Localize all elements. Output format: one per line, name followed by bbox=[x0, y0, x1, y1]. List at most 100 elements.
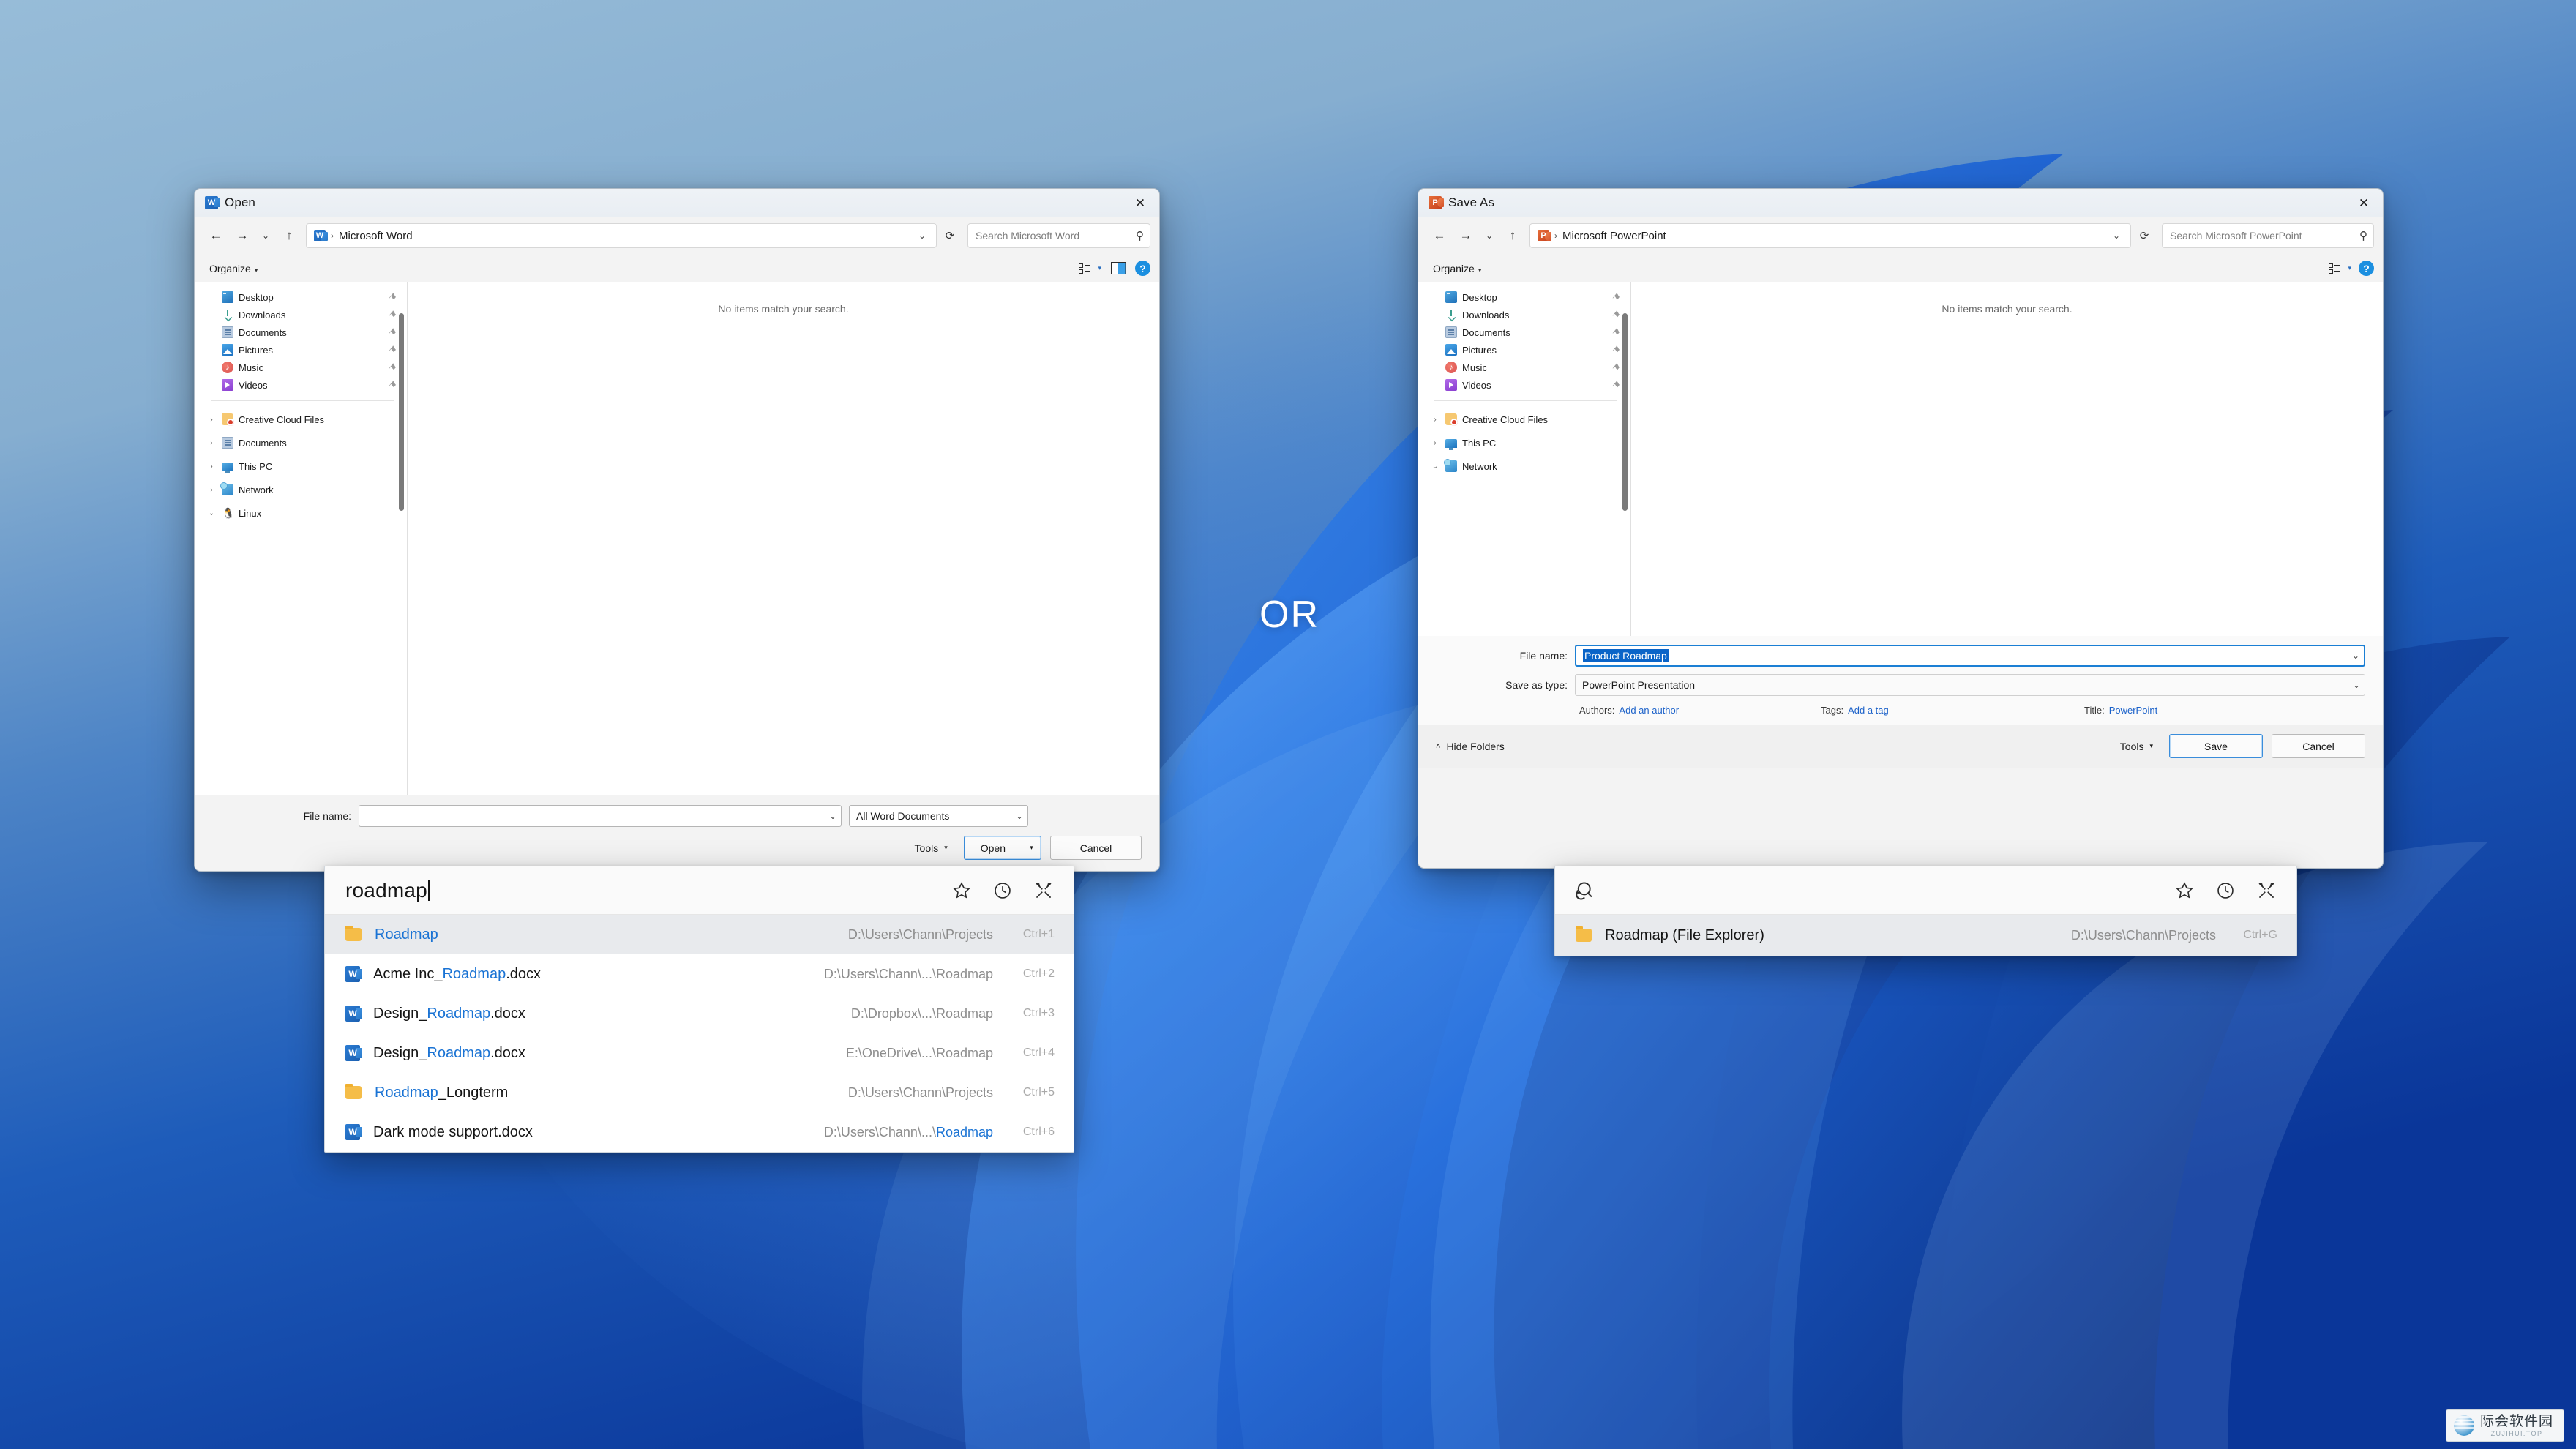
view-chevron-down-icon[interactable]: ▾ bbox=[1098, 264, 1101, 272]
tree-item-this-pc[interactable]: › This PC bbox=[1418, 431, 1630, 454]
add-a-tag-link[interactable]: Add a tag bbox=[1848, 705, 1889, 716]
open-split-chevron-down-icon[interactable]: ▾ bbox=[1022, 844, 1041, 852]
address-breadcrumb-bar[interactable]: › Microsoft PowerPoint ⌄ bbox=[1530, 223, 2131, 248]
save-button[interactable]: Save bbox=[2169, 734, 2263, 758]
back-icon[interactable]: ← bbox=[203, 223, 228, 248]
chevron-down-icon[interactable]: ⌄ bbox=[1430, 463, 1440, 471]
search-results-list[interactable]: Roadmap D:\Users\Chann\Projects Ctrl+1 A… bbox=[325, 915, 1074, 1152]
chevron-down-icon[interactable]: ⌄ bbox=[2347, 680, 2360, 690]
search-box[interactable]: ⚲ bbox=[2162, 223, 2374, 248]
cancel-button[interactable]: Cancel bbox=[2272, 734, 2365, 758]
title-field[interactable]: Title: PowerPoint bbox=[2084, 705, 2157, 716]
tree-item-documents[interactable]: Documents ⚑ bbox=[1418, 323, 1630, 341]
tree-item-network[interactable]: › Network bbox=[195, 478, 407, 501]
file-type-select[interactable]: All Word Documents ⌄ bbox=[849, 805, 1028, 827]
tools-icon[interactable] bbox=[1033, 880, 1055, 902]
pin-icon[interactable]: ⚑ bbox=[1610, 343, 1622, 356]
search-popup-input-row[interactable] bbox=[1555, 866, 2296, 915]
tree-item-network[interactable]: ⌄ Network bbox=[1418, 454, 1630, 478]
tree-item-this-pc[interactable]: › This PC bbox=[195, 454, 407, 478]
pin-icon[interactable]: ⚑ bbox=[386, 343, 399, 356]
back-icon[interactable]: ← bbox=[1427, 223, 1452, 248]
pin-icon[interactable]: ⚑ bbox=[1610, 308, 1622, 321]
tree-item-music[interactable]: Music ⚑ bbox=[1418, 359, 1630, 376]
search-result-row[interactable]: Design_Roadmap.docx E:\OneDrive\...\Road… bbox=[325, 1033, 1074, 1073]
favorites-star-icon[interactable] bbox=[2174, 880, 2195, 902]
tags-field[interactable]: Tags: Add a tag bbox=[1821, 705, 2084, 716]
open-file-dialog[interactable]: Open ✕ ← → ⌄ ↑ › Microsoft Word ⌄ ⟳ ⚲ Or… bbox=[194, 188, 1160, 872]
search-result-row[interactable]: Roadmap_Longterm D:\Users\Chann\Projects… bbox=[325, 1073, 1074, 1112]
tree-item-linux[interactable]: ⌄ Linux bbox=[195, 501, 407, 525]
chevron-down-icon[interactable]: ⌄ bbox=[2346, 651, 2359, 661]
breadcrumb-chevron-down-icon[interactable]: ⌄ bbox=[914, 231, 930, 241]
recent-locations-chevron-down-icon[interactable]: ⌄ bbox=[256, 223, 275, 248]
search-input[interactable] bbox=[2170, 230, 2359, 242]
navigation-tree-pane[interactable]: Desktop ⚑ Downloads ⚑ Documents ⚑ Pictur… bbox=[1418, 282, 1630, 636]
close-icon[interactable]: ✕ bbox=[2345, 189, 2383, 217]
address-breadcrumb-bar[interactable]: › Microsoft Word ⌄ bbox=[306, 223, 937, 248]
tools-button[interactable]: Tools ▾ bbox=[907, 838, 955, 858]
chevron-right-icon[interactable]: › bbox=[1430, 416, 1440, 424]
search-icon[interactable]: ⚲ bbox=[1136, 229, 1144, 242]
open-button[interactable]: Open ▾ bbox=[963, 836, 1041, 860]
chevron-right-icon[interactable]: › bbox=[206, 463, 217, 471]
help-icon[interactable]: ? bbox=[1135, 261, 1150, 276]
search-result-row[interactable]: Dark mode support.docx D:\Users\Chann\..… bbox=[325, 1112, 1074, 1152]
file-name-input[interactable]: Product Roadmap ⌄ bbox=[1575, 645, 2365, 667]
chevron-right-icon[interactable]: › bbox=[1430, 439, 1440, 447]
up-icon[interactable]: ↑ bbox=[277, 223, 302, 248]
tree-item-pictures[interactable]: Pictures ⚑ bbox=[195, 341, 407, 359]
view-chevron-down-icon[interactable]: ▾ bbox=[2348, 264, 2351, 272]
list-view-icon[interactable] bbox=[2326, 260, 2345, 277]
forward-icon[interactable]: → bbox=[1453, 223, 1478, 248]
pin-icon[interactable]: ⚑ bbox=[1610, 361, 1622, 374]
pin-icon[interactable]: ⚑ bbox=[386, 326, 399, 339]
tree-item-videos[interactable]: Videos ⚑ bbox=[195, 376, 407, 394]
chevron-down-icon[interactable]: ⌄ bbox=[206, 509, 217, 517]
tools-icon[interactable] bbox=[2255, 880, 2277, 902]
breadcrumb-current-folder[interactable]: Microsoft PowerPoint bbox=[1562, 230, 1666, 242]
pin-icon[interactable]: ⚑ bbox=[1610, 326, 1622, 339]
pin-icon[interactable]: ⚑ bbox=[1610, 291, 1622, 304]
search-results-list[interactable]: Roadmap (File Explorer) D:\Users\Chann\P… bbox=[1555, 915, 2296, 956]
authors-field[interactable]: Authors: Add an author bbox=[1579, 705, 1821, 716]
tree-item-desktop[interactable]: Desktop ⚑ bbox=[1418, 288, 1630, 306]
chevron-down-icon[interactable]: ⌄ bbox=[1010, 811, 1023, 821]
search-popup-input-row[interactable]: roadmap bbox=[325, 866, 1074, 915]
search-result-row[interactable]: Acme Inc_Roadmap.docx D:\Users\Chann\...… bbox=[325, 954, 1074, 994]
list-view-icon[interactable] bbox=[1076, 260, 1095, 277]
history-clock-icon[interactable] bbox=[2214, 880, 2236, 902]
search-box[interactable]: ⚲ bbox=[967, 223, 1150, 248]
up-icon[interactable]: ↑ bbox=[1500, 223, 1525, 248]
organize-button[interactable]: Organize ▾ bbox=[1427, 260, 1487, 277]
organize-button[interactable]: Organize ▾ bbox=[203, 260, 263, 277]
search-result-row[interactable]: Roadmap D:\Users\Chann\Projects Ctrl+1 bbox=[325, 915, 1074, 954]
close-icon[interactable]: ✕ bbox=[1121, 189, 1159, 217]
add-an-author-link[interactable]: Add an author bbox=[1619, 705, 1679, 716]
tree-item-desktop[interactable]: Desktop ⚑ bbox=[195, 288, 407, 306]
tools-button[interactable]: Tools ▾ bbox=[2113, 736, 2160, 757]
tree-item-creative-cloud-files[interactable]: › Creative Cloud Files bbox=[1418, 408, 1630, 431]
tree-item-documents-node[interactable]: › Documents bbox=[195, 431, 407, 454]
title-link[interactable]: PowerPoint bbox=[2109, 705, 2157, 716]
tree-item-pictures[interactable]: Pictures ⚑ bbox=[1418, 341, 1630, 359]
pin-icon[interactable]: ⚑ bbox=[386, 291, 399, 304]
help-icon[interactable]: ? bbox=[2359, 261, 2374, 276]
chevron-right-icon[interactable]: › bbox=[206, 416, 217, 424]
history-clock-icon[interactable] bbox=[992, 880, 1014, 902]
preview-pane-icon[interactable] bbox=[1109, 260, 1128, 277]
tree-item-downloads[interactable]: Downloads ⚑ bbox=[1418, 306, 1630, 323]
search-result-row[interactable]: Roadmap (File Explorer) D:\Users\Chann\P… bbox=[1555, 915, 2296, 956]
open-button-label[interactable]: Open bbox=[965, 842, 1022, 854]
listary-search-popup-left[interactable]: roadmap Roadmap D:\Users\Chann\Projects … bbox=[324, 866, 1074, 1153]
favorites-star-icon[interactable] bbox=[951, 880, 973, 902]
listary-search-popup-right[interactable]: Roadmap (File Explorer) D:\Users\Chann\P… bbox=[1554, 866, 2297, 956]
save-as-type-select[interactable]: PowerPoint Presentation ⌄ bbox=[1575, 674, 2365, 696]
tree-item-downloads[interactable]: Downloads ⚑ bbox=[195, 306, 407, 323]
search-input[interactable] bbox=[976, 230, 1136, 242]
hide-folders-button[interactable]: ˄ Hide Folders bbox=[1436, 741, 1505, 752]
breadcrumb-chevron-down-icon[interactable]: ⌄ bbox=[2108, 231, 2124, 241]
pin-icon[interactable]: ⚑ bbox=[386, 308, 399, 321]
refresh-icon[interactable]: ⟳ bbox=[938, 223, 962, 248]
recent-locations-chevron-down-icon[interactable]: ⌄ bbox=[1480, 223, 1499, 248]
